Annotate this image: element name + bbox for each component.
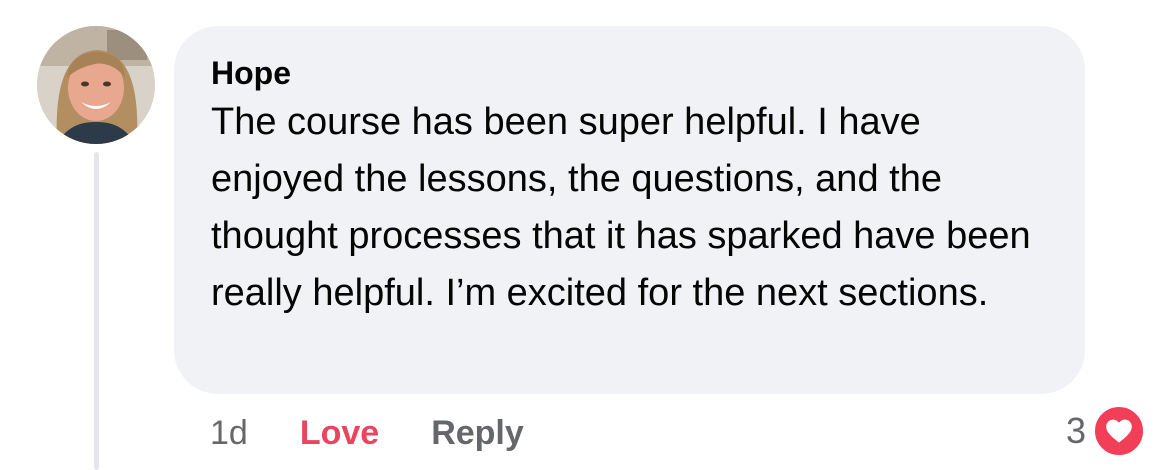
reactions-summary[interactable]: 3 <box>1066 404 1146 458</box>
author-name[interactable]: Hope <box>211 54 1055 92</box>
comment-bubble: Hope The course has been super helpful. … <box>174 26 1085 394</box>
avatar[interactable] <box>37 26 155 144</box>
comment: Hope The course has been super helpful. … <box>0 0 1170 470</box>
heart-icon <box>1092 404 1146 458</box>
reaction-count: 3 <box>1065 410 1086 451</box>
timestamp[interactable]: 1d <box>210 414 248 453</box>
reply-button[interactable]: Reply <box>431 414 524 453</box>
love-button[interactable]: Love <box>300 414 379 453</box>
comment-actions: 1d Love Reply <box>210 408 524 458</box>
comment-text: The course has been super helpful. I hav… <box>211 101 1031 314</box>
thread-line <box>94 152 99 470</box>
avatar-photo <box>37 26 155 144</box>
